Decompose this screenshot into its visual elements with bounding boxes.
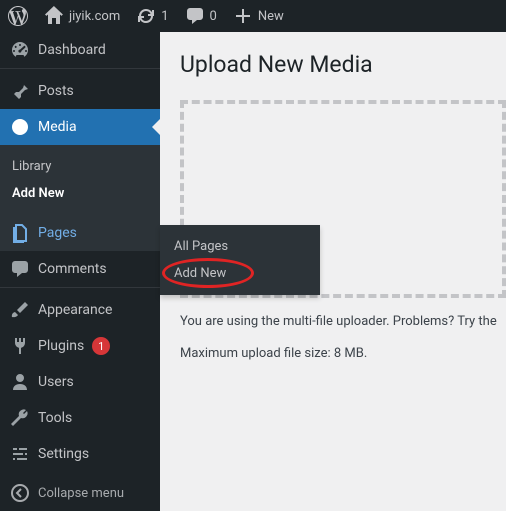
pages-flyout-menu: All Pages Add New — [160, 225, 320, 295]
pin-icon — [10, 81, 30, 101]
sidebar-item-comments[interactable]: Comments — [0, 251, 160, 287]
new-content-button[interactable]: New — [225, 0, 292, 32]
menu-label: Plugins — [38, 338, 84, 354]
collapse-icon — [10, 483, 30, 503]
comments-button[interactable]: 0 — [177, 0, 225, 32]
admin-toolbar: jiyik.com 1 0 New — [0, 0, 506, 32]
menu-label: Dashboard — [38, 42, 106, 58]
dashboard-icon — [10, 40, 30, 60]
sidebar-item-appearance[interactable]: Appearance — [0, 292, 160, 328]
notice-line-1: You are using the multi-file uploader. P… — [180, 312, 506, 332]
updates-button[interactable]: 1 — [128, 0, 176, 32]
collapse-menu-button[interactable]: Collapse menu — [0, 475, 160, 511]
site-name-label: jiyik.com — [69, 9, 120, 24]
site-home-button[interactable]: jiyik.com — [36, 0, 128, 32]
admin-sidebar: Dashboard Posts Media Library Add New Pa… — [0, 32, 160, 511]
submenu-item-add-new[interactable]: Add New — [0, 180, 160, 207]
plus-icon — [233, 6, 253, 26]
new-label: New — [258, 9, 284, 24]
menu-label: Comments — [38, 261, 107, 277]
sidebar-item-plugins[interactable]: Plugins 1 — [0, 328, 160, 364]
pages-icon — [10, 223, 30, 243]
sliders-icon — [10, 444, 30, 464]
menu-label: Settings — [38, 446, 89, 462]
sidebar-item-settings[interactable]: Settings — [0, 436, 160, 472]
comments-icon — [10, 259, 30, 279]
collapse-label: Collapse menu — [38, 486, 124, 501]
plug-icon — [10, 336, 30, 356]
wordpress-logo-icon — [8, 6, 28, 26]
page-title: Upload New Media — [180, 42, 506, 82]
sidebar-item-tools[interactable]: Tools — [0, 400, 160, 436]
wp-logo-button[interactable] — [0, 0, 36, 32]
sidebar-item-pages[interactable]: Pages — [0, 215, 160, 251]
menu-label: Posts — [38, 83, 74, 99]
flyout-item-all-pages[interactable]: All Pages — [160, 233, 320, 260]
menu-label: Tools — [38, 410, 72, 426]
sidebar-item-posts[interactable]: Posts — [0, 73, 160, 109]
home-icon — [44, 6, 64, 26]
menu-label: Appearance — [38, 302, 112, 318]
sidebar-item-dashboard[interactable]: Dashboard — [0, 32, 160, 68]
wrench-icon — [10, 408, 30, 428]
comments-count: 0 — [210, 9, 217, 24]
updates-count: 1 — [161, 9, 168, 24]
submenu-item-library[interactable]: Library — [0, 153, 160, 180]
notice-line-2: Maximum upload file size: 8 MB. — [180, 344, 506, 364]
comment-icon — [185, 6, 205, 26]
user-icon — [10, 372, 30, 392]
menu-label: Users — [38, 374, 74, 390]
media-submenu: Library Add New — [0, 145, 160, 215]
flyout-item-add-new[interactable]: Add New — [160, 260, 320, 287]
menu-label: Pages — [38, 225, 77, 241]
uploader-notice: You are using the multi-file uploader. P… — [180, 312, 506, 363]
menu-label: Media — [38, 119, 77, 135]
brush-icon — [10, 300, 30, 320]
refresh-icon — [136, 6, 156, 26]
main-content: Upload New Media You are using the multi… — [180, 32, 506, 375]
plugins-update-badge: 1 — [92, 337, 110, 355]
sidebar-item-media[interactable]: Media — [0, 109, 160, 145]
sidebar-item-users[interactable]: Users — [0, 364, 160, 400]
media-icon — [10, 117, 30, 137]
